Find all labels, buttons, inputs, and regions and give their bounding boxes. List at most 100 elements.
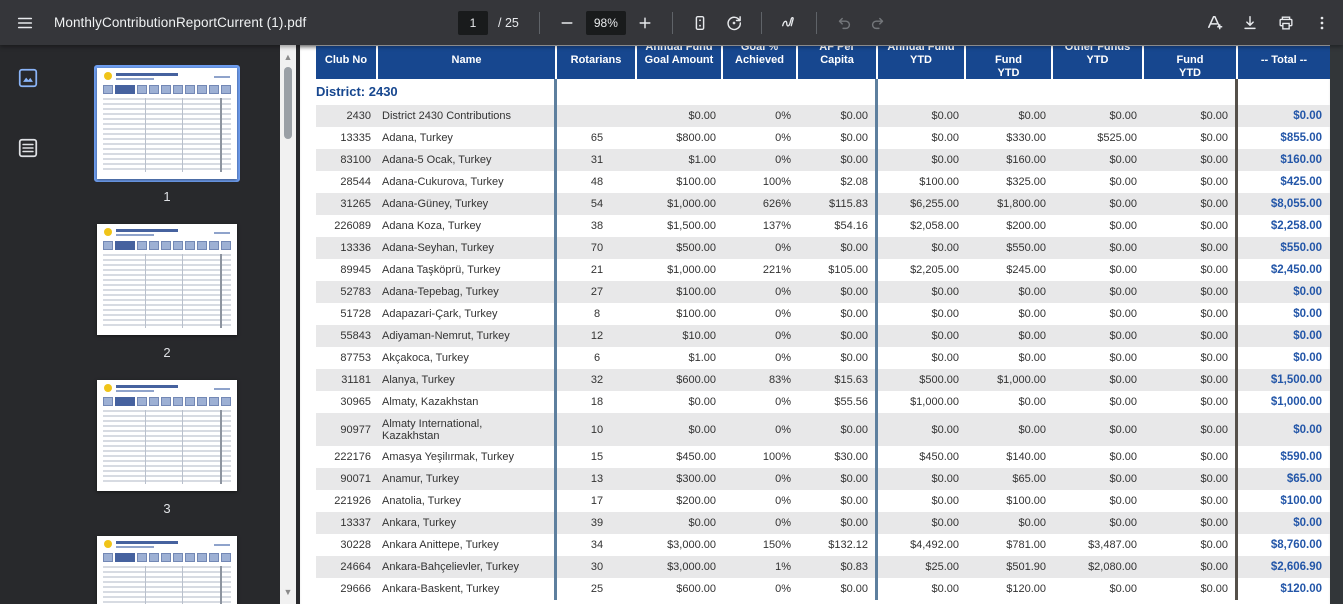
- table-cell: 0%: [723, 281, 798, 303]
- table-cell: 0%: [723, 127, 798, 149]
- table-cell: $0.00: [878, 468, 966, 490]
- zoom-in-button[interactable]: [630, 8, 660, 38]
- rotary-logo-mark: [104, 384, 112, 392]
- table-cell: $0.00: [1053, 149, 1144, 171]
- table-cell: $0.00: [878, 127, 966, 149]
- table-cell: $100.00: [637, 171, 723, 193]
- table-cell: 13: [557, 468, 637, 490]
- page-thumbnail[interactable]: 3: [94, 377, 240, 533]
- table-cell: $0.00: [1144, 534, 1235, 556]
- table-cell: 17: [557, 490, 637, 512]
- table-cell: $0.00: [1053, 237, 1144, 259]
- table-cell: $0.00: [798, 149, 875, 171]
- toolbar-divider: [672, 12, 673, 34]
- rotate-icon[interactable]: [719, 8, 749, 38]
- table-cell: $100.00: [966, 490, 1053, 512]
- table-cell: $200.00: [966, 215, 1053, 237]
- more-options-icon[interactable]: [1307, 8, 1337, 38]
- scrollbar-thumb[interactable]: [284, 67, 292, 139]
- table-cell: $0.00: [878, 325, 966, 347]
- table-cell: 222176: [316, 446, 378, 468]
- table-cell: Akçakoca, Turkey: [378, 347, 554, 369]
- thumbnail-page-number: 2: [163, 345, 170, 360]
- thumbnails-view-icon[interactable]: [15, 65, 41, 91]
- table-row: 31265Adana-Güney, Turkey54$1,000.00626%$…: [316, 193, 1330, 215]
- page-thumbnail[interactable]: 1: [94, 65, 240, 221]
- table-row: 221926Anatolia, Turkey17$200.000%$0.00$0…: [316, 490, 1330, 512]
- table-cell: $330.00: [966, 127, 1053, 149]
- table-cell: $0.00: [1238, 413, 1330, 446]
- table-cell: $200.00: [637, 490, 723, 512]
- thumbnail-image[interactable]: [94, 377, 240, 494]
- page-thumbnail[interactable]: 4: [94, 533, 240, 604]
- table-cell: 83%: [723, 369, 798, 391]
- table-cell: $30.00: [798, 446, 875, 468]
- district-band: District: 2430: [316, 79, 1330, 105]
- scroll-down-arrow[interactable]: ▼: [280, 584, 296, 600]
- annotate-icon[interactable]: [774, 8, 804, 38]
- mini-page-preview: [97, 380, 237, 491]
- table-cell: $0.00: [966, 512, 1053, 534]
- thumbnail-image[interactable]: [94, 65, 240, 182]
- table-cell: $0.00: [878, 413, 966, 446]
- table-cell: $1,000.00: [637, 259, 723, 281]
- table-row: 90071Anamur, Turkey13$300.000%$0.00$0.00…: [316, 468, 1330, 490]
- page-number-input[interactable]: [458, 11, 488, 35]
- undo-icon[interactable]: [829, 8, 859, 38]
- column-header: Name: [378, 46, 557, 79]
- redo-icon[interactable]: [863, 8, 893, 38]
- mini-title-line: [116, 541, 178, 544]
- table-cell: 0%: [723, 468, 798, 490]
- column-header: Rotarians: [557, 46, 637, 79]
- table-cell: $245.00: [966, 259, 1053, 281]
- table-cell: $0.00: [1144, 303, 1235, 325]
- table-cell: $0.00: [798, 325, 875, 347]
- table-cell: $55.56: [798, 391, 875, 413]
- mini-corner-line: [214, 232, 230, 234]
- sidebar-scrollbar[interactable]: ▲ ▼: [280, 45, 296, 604]
- thumbnail-image[interactable]: [94, 533, 240, 604]
- column-header: Annual Fund Goal Amount: [637, 46, 723, 79]
- table-cell: $0.00: [1238, 347, 1330, 369]
- table-cell: $0.00: [1144, 413, 1235, 446]
- table-cell: 0%: [723, 347, 798, 369]
- menu-icon[interactable]: [10, 8, 40, 38]
- table-cell: $0.00: [1053, 578, 1144, 600]
- table-cell: 0%: [723, 391, 798, 413]
- mini-table-header: [103, 85, 231, 94]
- vertical-scrollbar-track[interactable]: [1330, 45, 1343, 604]
- text-annotation-icon[interactable]: [1199, 8, 1229, 38]
- table-cell: $25.00: [878, 556, 966, 578]
- zoom-out-button[interactable]: [552, 8, 582, 38]
- table-cell: $0.00: [1053, 446, 1144, 468]
- page-thumbnail[interactable]: 2: [94, 221, 240, 377]
- table-cell: $0.00: [798, 105, 875, 127]
- table-cell: $500.00: [637, 237, 723, 259]
- table-cell: $0.00: [878, 105, 966, 127]
- zoom-level-display[interactable]: 98%: [586, 11, 626, 35]
- scroll-up-arrow[interactable]: ▲: [280, 49, 296, 65]
- table-cell: $450.00: [878, 446, 966, 468]
- table-cell: $1.00: [637, 149, 723, 171]
- table-cell: $0.00: [1053, 468, 1144, 490]
- thumbnail-page-number: 1: [163, 189, 170, 204]
- table-cell: $8,760.00: [1238, 534, 1330, 556]
- table-cell: Adana-Tepebag, Turkey: [378, 281, 554, 303]
- table-cell: $600.00: [637, 369, 723, 391]
- thumbnail-image[interactable]: [94, 221, 240, 338]
- table-cell: $0.00: [966, 303, 1053, 325]
- table-cell: $1,000.00: [1238, 391, 1330, 413]
- fit-page-icon[interactable]: [685, 8, 715, 38]
- column-header: Fund YTD: [1144, 46, 1238, 79]
- section-divider-bar: [1235, 79, 1238, 105]
- table-cell: 83100: [316, 149, 378, 171]
- document-outline-icon[interactable]: [15, 135, 41, 161]
- table-cell: $2,205.00: [878, 259, 966, 281]
- table-cell: $600.00: [637, 578, 723, 600]
- download-icon[interactable]: [1235, 8, 1265, 38]
- toolbar-divider: [539, 12, 540, 34]
- table-cell: Adapazari-Çark, Turkey: [378, 303, 554, 325]
- table-row: 13337Ankara, Turkey39$0.000%$0.00$0.00$0…: [316, 512, 1330, 534]
- table-cell: 13335: [316, 127, 378, 149]
- print-icon[interactable]: [1271, 8, 1301, 38]
